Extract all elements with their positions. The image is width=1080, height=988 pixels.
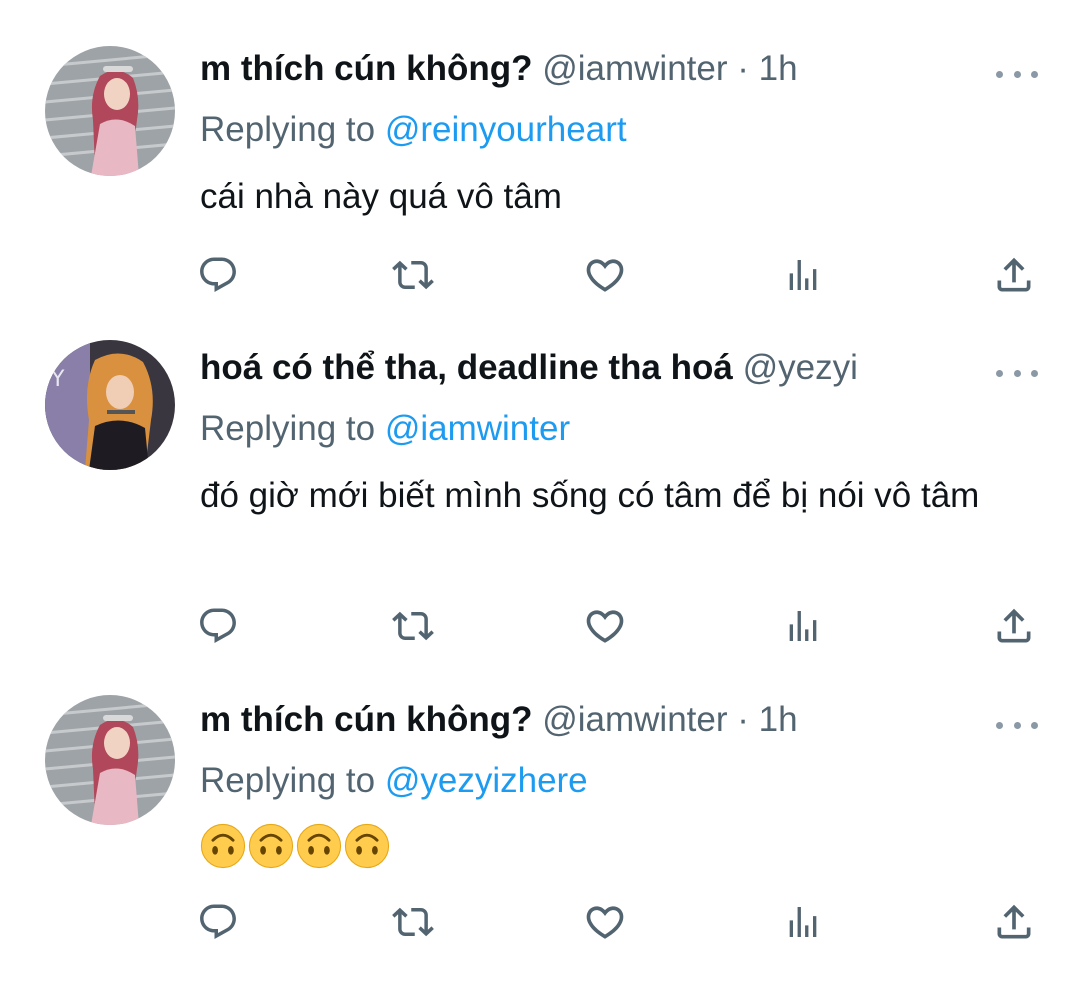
like-icon[interactable] xyxy=(580,250,630,300)
tweet-text: cái nhà này quá vô tâm xyxy=(200,177,562,216)
like-icon[interactable] xyxy=(580,601,630,651)
display-name[interactable]: m thích cún không? xyxy=(200,49,532,88)
svg-text:Y: Y xyxy=(50,367,65,392)
views-icon[interactable] xyxy=(778,250,828,300)
mention-link[interactable]: @reinyourheart xyxy=(385,110,627,149)
separator-dot: · xyxy=(737,49,749,88)
tweet-text xyxy=(200,823,390,869)
more-options-icon[interactable] xyxy=(996,64,1038,84)
share-icon[interactable] xyxy=(989,897,1039,947)
share-icon[interactable] xyxy=(989,250,1039,300)
replying-prefix: Replying to xyxy=(200,409,385,448)
tweet-header: m thích cún không? @iamwinter · 1h xyxy=(200,697,798,743)
upside-down-face-emoji xyxy=(344,823,390,869)
tweet-header: hoá có thể tha, deadline tha hoá @yezyi xyxy=(200,345,858,391)
action-bar xyxy=(0,250,1080,300)
like-icon[interactable] xyxy=(580,897,630,947)
avatar[interactable] xyxy=(45,46,175,176)
user-handle[interactable]: @iamwinter xyxy=(542,700,727,739)
tweet-1[interactable]: m thích cún không? @iamwinter · 1h Reply… xyxy=(0,46,1080,306)
action-bar xyxy=(0,897,1080,947)
tweet-header: m thích cún không? @iamwinter · 1h xyxy=(200,46,798,92)
reply-icon[interactable] xyxy=(193,601,243,651)
replying-to: Replying to @reinyourheart xyxy=(200,108,627,152)
user-handle[interactable]: @yezyi xyxy=(743,348,858,387)
tweet-text: đó giờ mới biết mình sống có tâm để bị n… xyxy=(200,476,980,515)
replying-prefix: Replying to xyxy=(200,110,385,149)
mention-link[interactable]: @iamwinter xyxy=(385,409,570,448)
avatar[interactable] xyxy=(45,695,175,825)
user-handle[interactable]: @iamwinter xyxy=(542,49,727,88)
upside-down-face-emoji xyxy=(200,823,246,869)
replying-to: Replying to @iamwinter xyxy=(200,407,570,451)
mention-link[interactable]: @yezyizhere xyxy=(385,761,588,800)
more-options-icon[interactable] xyxy=(996,715,1038,735)
separator-dot: · xyxy=(737,700,749,739)
retweet-icon[interactable] xyxy=(388,897,438,947)
reply-icon[interactable] xyxy=(193,250,243,300)
upside-down-face-emoji xyxy=(296,823,342,869)
tweet-3[interactable]: m thích cún không? @iamwinter · 1h Reply… xyxy=(0,695,1080,957)
retweet-icon[interactable] xyxy=(388,250,438,300)
tweet-2[interactable]: Y hoá có thể tha, deadline tha hoá @yezy… xyxy=(0,340,1080,665)
replying-prefix: Replying to xyxy=(200,761,385,800)
upside-down-face-emoji xyxy=(248,823,294,869)
retweet-icon[interactable] xyxy=(388,601,438,651)
display-name[interactable]: hoá có thể tha, deadline tha hoá xyxy=(200,348,733,387)
display-name[interactable]: m thích cún không? xyxy=(200,700,532,739)
replying-to: Replying to @yezyizhere xyxy=(200,759,588,803)
timestamp[interactable]: 1h xyxy=(759,49,798,88)
reply-icon[interactable] xyxy=(193,897,243,947)
timestamp[interactable]: 1h xyxy=(759,700,798,739)
more-options-icon[interactable] xyxy=(996,363,1038,383)
share-icon[interactable] xyxy=(989,601,1039,651)
views-icon[interactable] xyxy=(778,897,828,947)
views-icon[interactable] xyxy=(778,601,828,651)
action-bar xyxy=(0,601,1080,651)
avatar[interactable]: Y xyxy=(45,340,175,470)
